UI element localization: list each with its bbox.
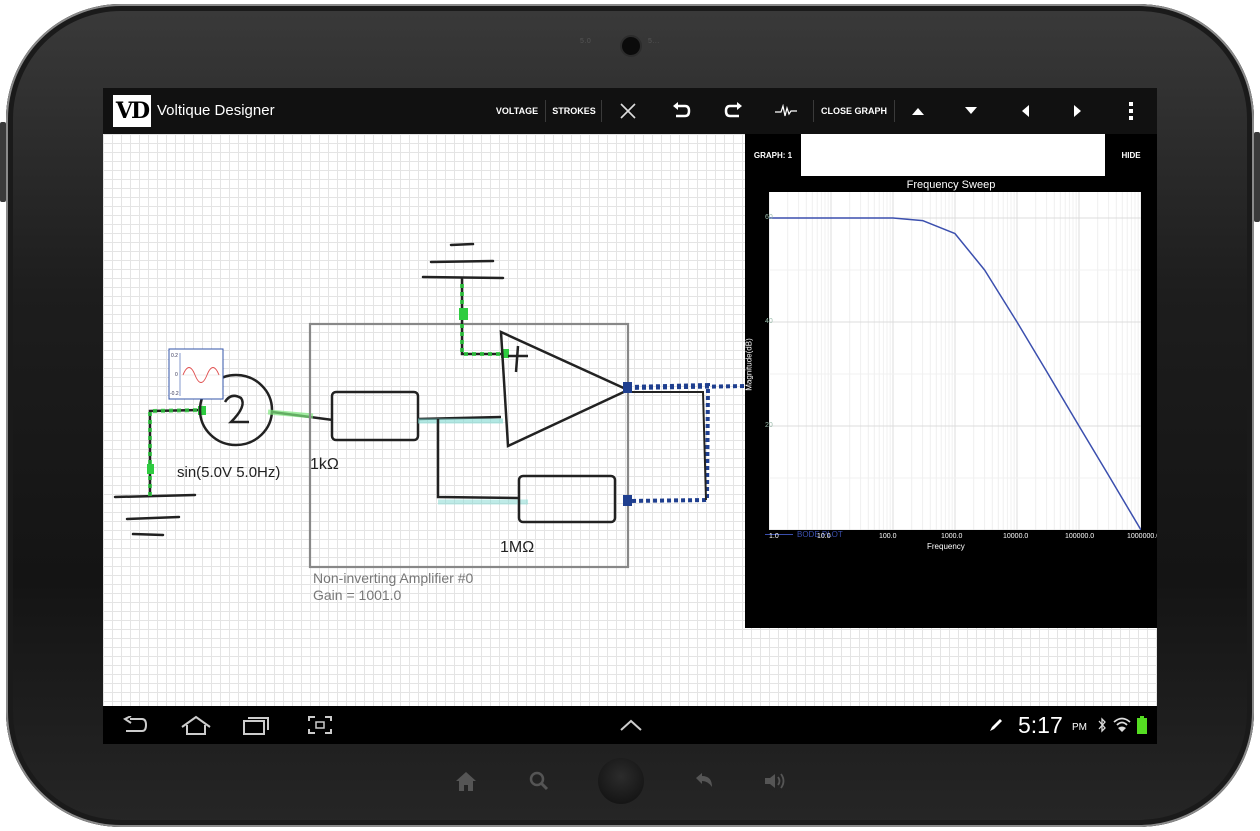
pen-icon[interactable]	[986, 706, 1006, 744]
bluetooth-icon	[1095, 706, 1109, 744]
hardware-home-button[interactable]	[598, 758, 644, 804]
undo-icon[interactable]	[661, 88, 701, 134]
overflow-menu-icon[interactable]	[1111, 88, 1151, 134]
x-axis-label: Frequency	[927, 542, 965, 551]
back-icon[interactable]	[692, 768, 716, 794]
amplifier-name-label: Non-inverting Amplifier #0	[313, 570, 474, 586]
screenshot-icon[interactable]	[303, 706, 337, 744]
x-tick-label: 100.0	[879, 533, 897, 540]
wire-opamp-plus	[460, 278, 505, 356]
divider	[813, 100, 814, 122]
resistor2-label: 1MΩ	[500, 539, 535, 556]
screen: VD Voltique Designer VOLTAGE STROKES CLO…	[103, 88, 1157, 744]
graph-tab[interactable]: GRAPH: 1	[745, 134, 801, 176]
chevron-up-icon[interactable]	[615, 706, 647, 744]
app-logo: VD	[113, 95, 151, 127]
resistor-1k	[330, 390, 420, 442]
arrow-up-icon[interactable]	[898, 88, 938, 134]
search-icon[interactable]	[527, 768, 551, 794]
battery-icon	[1135, 706, 1149, 744]
wire-node	[623, 495, 632, 506]
volume-button	[1254, 132, 1260, 222]
camera-left-label: 5.0	[580, 38, 592, 45]
system-nav-bar: 5:17 PM	[103, 706, 1157, 744]
action-bar: VD Voltique Designer VOLTAGE STROKES CLO…	[103, 88, 1157, 134]
close-icon[interactable]	[608, 88, 648, 134]
ac-source-wave	[223, 394, 249, 424]
x-tick-label: 1000.0	[941, 533, 963, 540]
opamp-symbol	[499, 329, 631, 448]
x-tick-label: 100000.0	[1065, 533, 1095, 540]
resistor1-label: 1kΩ	[310, 456, 339, 473]
amplifier-box	[308, 322, 630, 569]
opamp-plus-sign	[508, 345, 528, 373]
home-icon[interactable]	[176, 706, 216, 744]
wifi-icon	[1113, 706, 1131, 744]
y-tick-label: 40	[765, 318, 773, 325]
voltage-button[interactable]: VOLTAGE	[491, 88, 543, 134]
camera-right-label: 5...	[648, 38, 660, 45]
graph-title: Frequency Sweep	[906, 179, 996, 191]
arrow-down-icon[interactable]	[951, 88, 991, 134]
x-tick-label: 1.0	[769, 533, 779, 540]
front-camera	[620, 35, 642, 57]
ground-symbol-left	[113, 493, 197, 537]
wire-node	[459, 308, 468, 320]
wire-node	[147, 464, 154, 474]
clock: 5:17	[1018, 712, 1063, 738]
x-tick-label: 1000000.0	[1127, 533, 1157, 540]
preview-tick: 0	[175, 372, 178, 378]
y-axis-label: Magnitude(dB)	[744, 338, 754, 391]
arrow-right-icon[interactable]	[1058, 88, 1098, 134]
y-tick-label: 60	[765, 214, 773, 221]
clock-ampm: PM	[1072, 722, 1087, 733]
plot-area	[768, 192, 1142, 531]
amplifier-gain-label: Gain = 1001.0	[313, 587, 402, 603]
divider	[545, 100, 546, 122]
back-icon[interactable]	[118, 706, 152, 744]
recents-icon[interactable]	[239, 706, 273, 744]
waveform-icon[interactable]	[766, 88, 806, 134]
hide-graph-button[interactable]: HIDE	[1105, 134, 1157, 176]
wire-highlight	[267, 409, 314, 419]
bode-chart	[768, 192, 1142, 531]
x-tick-label: 10.0	[817, 533, 831, 540]
wire-source-ground	[148, 408, 202, 496]
redo-icon[interactable]	[714, 88, 754, 134]
close-graph-button[interactable]: CLOSE GRAPH	[816, 88, 892, 134]
wire-node	[623, 382, 632, 393]
preview-tick: -0.2	[170, 391, 179, 397]
power-button	[0, 122, 6, 202]
arrow-left-icon[interactable]	[1005, 88, 1045, 134]
resistor-1m	[517, 474, 617, 524]
wire-output	[627, 382, 711, 503]
home-icon[interactable]	[452, 768, 480, 794]
preview-tick: 0.2	[171, 353, 178, 359]
divider	[601, 100, 602, 122]
source-label: sin(5.0V 5.0Hz)	[177, 464, 281, 481]
x-tick-label: 10000.0	[1003, 533, 1029, 540]
volume-icon[interactable]	[762, 768, 790, 794]
y-tick-label: 20	[765, 422, 773, 429]
app-title: Voltique Designer	[157, 102, 275, 119]
strokes-button[interactable]: STROKES	[549, 88, 599, 134]
divider	[894, 100, 895, 122]
graph-panel: GRAPH: 1 HIDE Frequency Sweep BODE PLOT …	[745, 134, 1157, 628]
circuit-drawing	[113, 242, 745, 569]
wire-source-ground-highlight	[148, 408, 202, 496]
ground-symbol-top	[421, 242, 505, 280]
graph-tab-strip	[801, 134, 1105, 176]
